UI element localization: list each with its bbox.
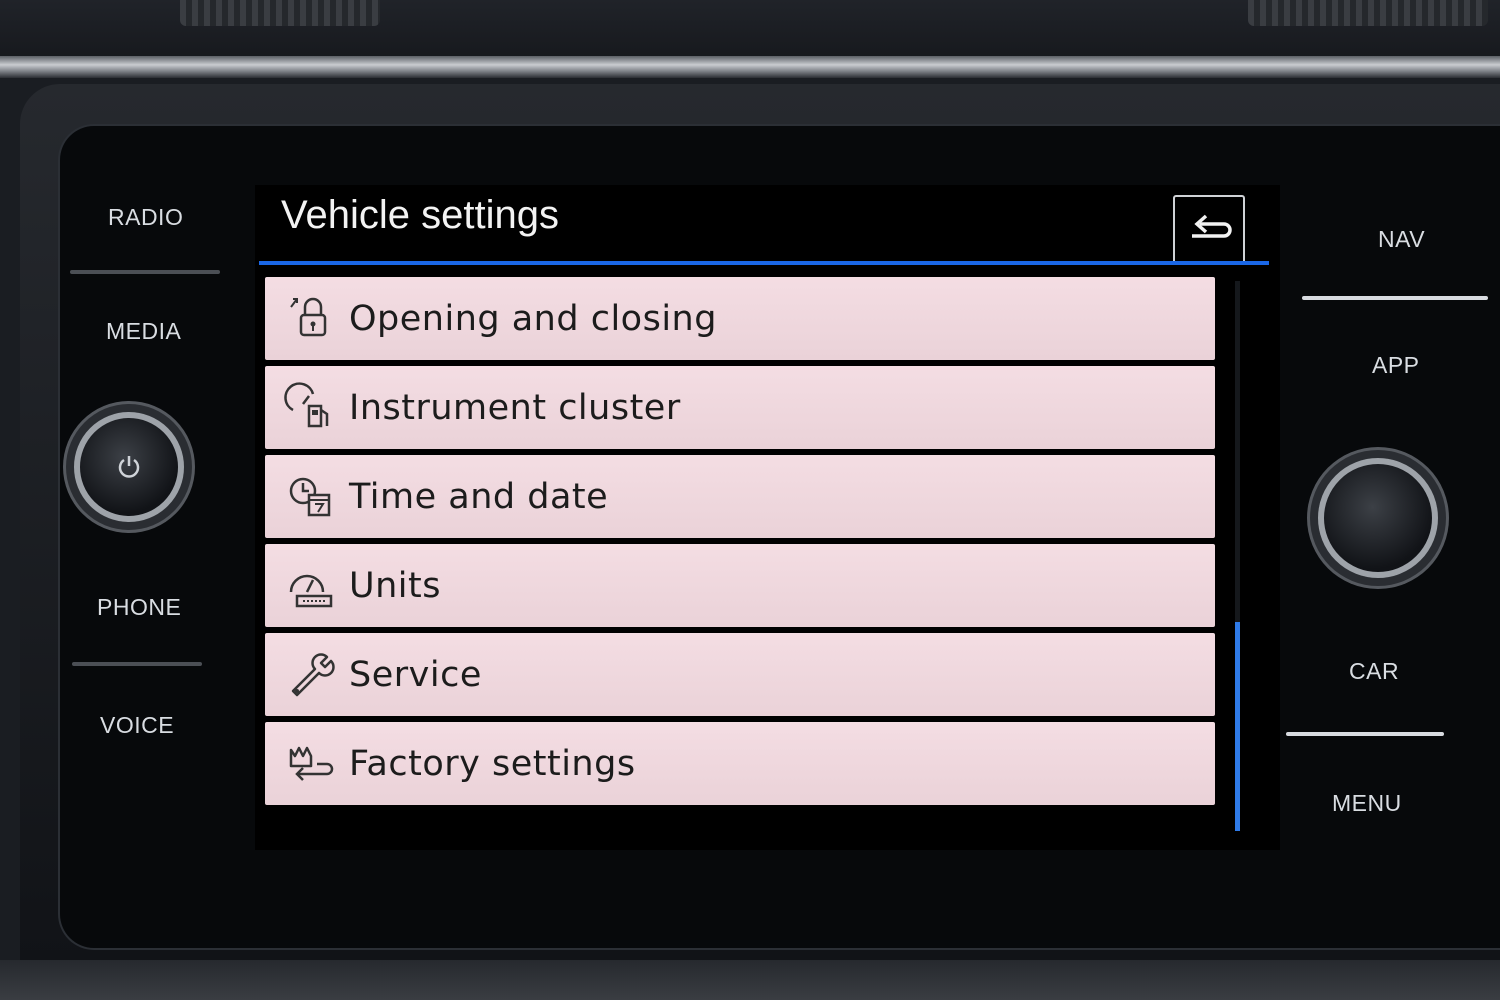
list-item-factory-settings[interactable]: Factory settings (265, 722, 1215, 805)
title-divider (259, 261, 1269, 265)
back-arrow-icon (1192, 214, 1232, 238)
button-divider (1286, 732, 1444, 736)
list-item-opening-and-closing[interactable]: Opening and closing (265, 277, 1215, 360)
scrollbar-track[interactable] (1235, 281, 1240, 831)
settings-list: Opening and closing Instrument cluster T… (265, 277, 1215, 811)
list-item-service[interactable]: Service (265, 633, 1215, 716)
radio-button[interactable]: RADIO (108, 204, 183, 231)
tuning-knob[interactable] (1318, 458, 1438, 578)
dashboard-bottom (0, 960, 1500, 1000)
nav-button[interactable]: NAV (1378, 226, 1425, 253)
car-button[interactable]: CAR (1349, 658, 1399, 685)
list-item-label: Units (349, 565, 441, 606)
list-item-instrument-cluster[interactable]: Instrument cluster (265, 366, 1215, 449)
voice-button[interactable]: VOICE (100, 712, 174, 739)
power-volume-knob[interactable] (74, 412, 184, 522)
list-item-label: Time and date (349, 476, 609, 517)
air-vent-left (180, 0, 380, 26)
wrench-icon (291, 652, 335, 696)
back-button[interactable] (1173, 195, 1245, 265)
button-divider (70, 270, 220, 274)
menu-button[interactable]: MENU (1332, 790, 1402, 817)
touch-screen: Vehicle settings Opening and closing Ins… (255, 185, 1280, 850)
power-icon (118, 456, 140, 478)
phone-button[interactable]: PHONE (97, 594, 181, 621)
button-divider (72, 662, 202, 666)
units-gauge-icon (289, 574, 333, 607)
gauge-cluster-icon (284, 381, 329, 427)
button-divider (1302, 296, 1488, 300)
app-button[interactable]: APP (1372, 352, 1420, 379)
list-item-units[interactable]: Units (265, 544, 1215, 627)
list-item-time-and-date[interactable]: Time and date (265, 455, 1215, 538)
list-item-label: Factory settings (349, 743, 636, 784)
page-title: Vehicle settings (281, 193, 559, 237)
air-vent-right (1248, 0, 1488, 26)
clock-calendar-icon (289, 477, 331, 516)
list-item-label: Instrument cluster (349, 387, 681, 428)
media-button[interactable]: MEDIA (106, 318, 181, 345)
factory-reset-icon (289, 746, 334, 781)
chrome-trim (0, 56, 1500, 78)
list-item-label: Service (349, 654, 482, 695)
scrollbar-thumb[interactable] (1235, 622, 1240, 831)
list-item-label: Opening and closing (349, 298, 717, 339)
lock-icon (290, 297, 327, 336)
